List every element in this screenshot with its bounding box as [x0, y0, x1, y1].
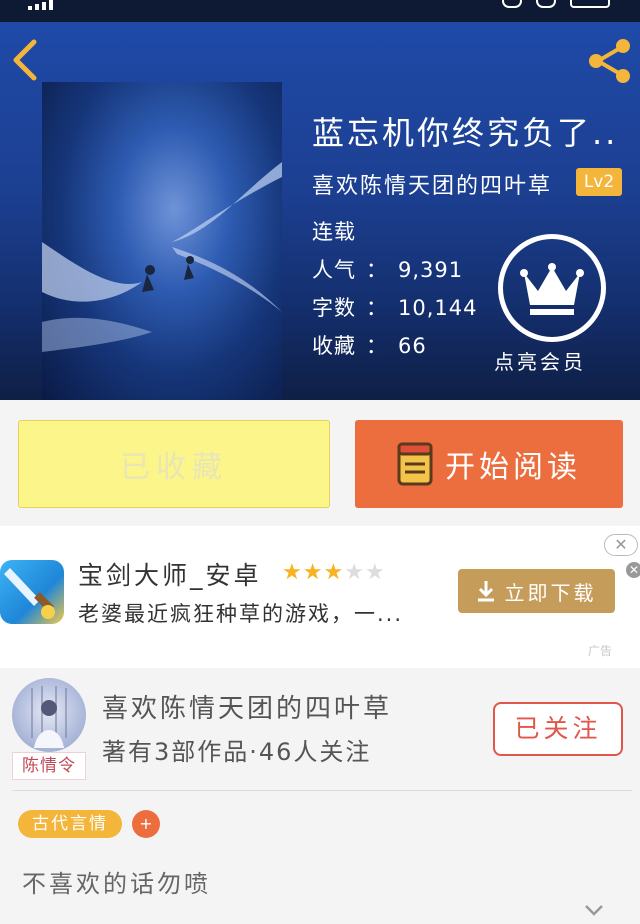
ad-title: 宝剑大师_安卓: [78, 561, 262, 590]
battery-icon: [570, 0, 610, 8]
close-icon[interactable]: ✕: [604, 534, 638, 556]
start-reading-button[interactable]: 开始阅读: [355, 420, 623, 508]
avatar-image: [31, 686, 67, 748]
book-summary: 不喜欢的话勿喷: [22, 870, 211, 898]
chevron-down-icon: [585, 905, 603, 916]
favorite-button[interactable]: 已收藏: [18, 420, 330, 508]
cover-artwork: [42, 162, 282, 352]
divider: [12, 790, 632, 791]
popularity-label: 人气: [312, 258, 356, 282]
crown-icon: [520, 263, 584, 315]
popularity-row: 人气 ： 9,391: [312, 254, 463, 284]
download-button[interactable]: 立即下载: [458, 569, 615, 613]
star-filled-icon: ★: [323, 560, 345, 585]
author-card: 陈情令 喜欢陈情天团的四叶草 著有3部作品·46人关注 已关注 古代言情 + 不…: [0, 668, 640, 924]
favorites-row: 收藏 ： 66: [312, 330, 427, 360]
book-author[interactable]: 喜欢陈情天团的四叶草: [312, 168, 552, 200]
colon: ：: [366, 334, 388, 358]
ad-label: 广告: [588, 644, 613, 658]
book-cover[interactable]: [42, 82, 282, 400]
download-label: 立即下载: [504, 580, 597, 605]
favorites-value: 66: [398, 334, 427, 358]
rating-stars: ★★★★★: [282, 560, 386, 585]
ad-banner[interactable]: ✕ 宝剑大师_安卓 ★★★★★ 老婆最近疯狂种草的游戏，一... 立即下载 ✕ …: [0, 526, 640, 668]
book-icon: [397, 442, 433, 486]
start-reading-label: 开始阅读: [445, 450, 581, 485]
star-empty-icon: ★: [344, 560, 365, 585]
follow-button[interactable]: 已关注: [493, 702, 623, 756]
action-bar: 已收藏 开始阅读: [0, 400, 640, 526]
vip-label[interactable]: 点亮会员: [494, 346, 586, 375]
colon: ：: [366, 258, 388, 282]
ad-dismiss-icon[interactable]: ✕: [626, 562, 640, 578]
add-tag-button[interactable]: +: [132, 810, 160, 838]
back-button[interactable]: [8, 36, 48, 84]
level-badge: Lv2: [576, 168, 622, 196]
avatar-tag: 陈情令: [12, 752, 86, 780]
alarm-icon: [502, 0, 522, 8]
star-filled-icon: ★: [282, 560, 303, 585]
star-filled-icon: ★: [302, 560, 324, 585]
popularity-value: 9,391: [398, 258, 464, 282]
status-bar: [0, 0, 640, 22]
vip-button[interactable]: [498, 234, 606, 342]
book-title: 蓝忘机你终究负了..: [312, 114, 619, 152]
signal-icon: [28, 0, 53, 10]
word-count-label: 字数: [312, 296, 356, 320]
favorites-label: 收藏: [312, 334, 356, 358]
share-icon: [589, 39, 630, 83]
book-status: 连载: [312, 220, 356, 244]
colon: ：: [366, 296, 388, 320]
sword-icon: [4, 568, 55, 619]
wifi-icon: [536, 0, 556, 8]
share-button[interactable]: [584, 36, 634, 86]
avatar[interactable]: [12, 678, 86, 752]
star-empty-icon: ★: [364, 560, 386, 585]
expand-button[interactable]: [584, 900, 604, 920]
book-header: 蓝忘机你终究负了.. 喜欢陈情天团的四叶草 Lv2 连载 人气 ： 9,391 字数…: [0, 22, 640, 400]
ad-app-icon[interactable]: [0, 560, 64, 624]
ad-description: 老婆最近疯狂种草的游戏，一...: [78, 602, 404, 626]
author-stats: 著有3部作品·46人关注: [102, 738, 372, 766]
author-card-name[interactable]: 喜欢陈情天团的四叶草: [102, 688, 392, 725]
word-count-value: 10,144: [398, 296, 478, 320]
download-icon: [477, 581, 494, 602]
chevron-left-icon: [13, 39, 37, 81]
genre-tag[interactable]: 古代言情: [18, 810, 122, 838]
word-count-row: 字数 ： 10,144: [312, 292, 477, 322]
